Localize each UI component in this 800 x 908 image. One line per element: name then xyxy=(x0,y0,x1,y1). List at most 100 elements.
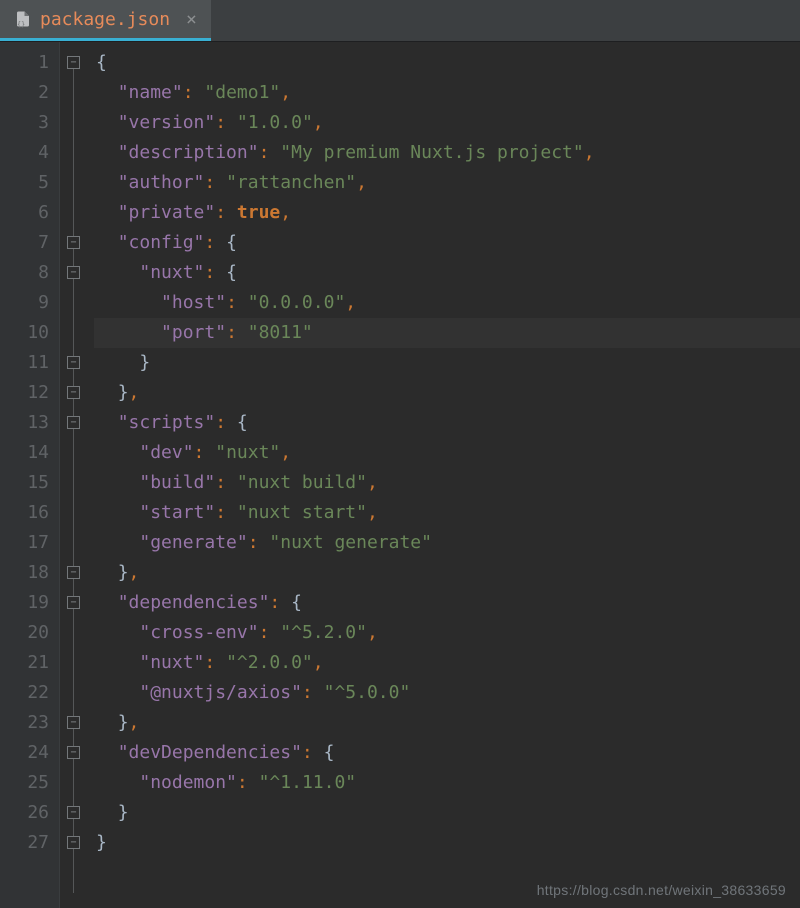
code-line[interactable]: "devDependencies": { xyxy=(94,738,800,768)
tab-package-json[interactable]: {} package.json × xyxy=(0,0,211,41)
code-line[interactable]: { xyxy=(94,48,800,78)
token: "^2.0.0" xyxy=(226,652,313,673)
line-number: 26 xyxy=(8,798,49,828)
line-number: 4 xyxy=(8,138,49,168)
token: "nuxt build" xyxy=(237,472,367,493)
code-line[interactable]: "dev": "nuxt", xyxy=(94,438,800,468)
token: "nuxt" xyxy=(139,652,204,673)
code-line[interactable]: "nodemon": "^1.11.0" xyxy=(94,768,800,798)
fold-toggle-icon[interactable]: − xyxy=(67,56,80,69)
token: : xyxy=(215,502,237,523)
token: : xyxy=(237,772,259,793)
tab-filename: package.json xyxy=(40,9,170,30)
code-line[interactable]: }, xyxy=(94,708,800,738)
token: "nuxt start" xyxy=(237,502,367,523)
code-line[interactable]: }, xyxy=(94,378,800,408)
code-line[interactable]: "name": "demo1", xyxy=(94,78,800,108)
token: "nuxt" xyxy=(215,442,280,463)
token: , xyxy=(367,472,378,493)
token: "name" xyxy=(118,82,183,103)
fold-column: − − − − − − − − − − − − xyxy=(60,42,88,908)
token: : xyxy=(226,292,248,313)
token: { xyxy=(237,412,248,433)
token: , xyxy=(367,622,378,643)
line-number: 25 xyxy=(8,768,49,798)
code-line[interactable]: }, xyxy=(94,558,800,588)
token: , xyxy=(280,442,291,463)
code-line[interactable]: "generate": "nuxt generate" xyxy=(94,528,800,558)
token: true xyxy=(237,202,280,223)
token: : xyxy=(183,82,205,103)
code-line[interactable]: "@nuxtjs/axios": "^5.0.0" xyxy=(94,678,800,708)
watermark-text: https://blog.csdn.net/weixin_38633659 xyxy=(537,882,786,898)
code-area[interactable]: { "name": "demo1", "version": "1.0.0", "… xyxy=(88,42,800,908)
line-number: 9 xyxy=(8,288,49,318)
fold-end-icon[interactable]: − xyxy=(67,236,80,249)
code-line[interactable]: "nuxt": { xyxy=(94,258,800,288)
line-number: 21 xyxy=(8,648,49,678)
line-number: 11 xyxy=(8,348,49,378)
token: : xyxy=(259,622,281,643)
line-number: 5 xyxy=(8,168,49,198)
token: "cross-env" xyxy=(139,622,258,643)
token: "host" xyxy=(161,292,226,313)
token: "scripts" xyxy=(118,412,216,433)
fold-end-icon[interactable]: − xyxy=(67,356,80,369)
fold-end-icon[interactable]: − xyxy=(67,596,80,609)
code-editor[interactable]: 1234567891011121314151617181920212223242… xyxy=(0,42,800,908)
token: "^5.0.0" xyxy=(324,682,411,703)
code-line[interactable]: "dependencies": { xyxy=(94,588,800,618)
line-number: 3 xyxy=(8,108,49,138)
code-line[interactable]: } xyxy=(94,348,800,378)
token: } xyxy=(96,832,107,853)
token: , xyxy=(313,112,324,133)
line-number: 19 xyxy=(8,588,49,618)
fold-end-icon[interactable]: − xyxy=(67,806,80,819)
code-line[interactable]: } xyxy=(94,798,800,828)
token: : xyxy=(204,172,226,193)
code-line[interactable]: "build": "nuxt build", xyxy=(94,468,800,498)
token: : xyxy=(194,442,216,463)
fold-end-icon[interactable]: − xyxy=(67,266,80,279)
code-line[interactable]: "nuxt": "^2.0.0", xyxy=(94,648,800,678)
line-number: 22 xyxy=(8,678,49,708)
line-number: 7 xyxy=(8,228,49,258)
token: "dependencies" xyxy=(118,592,270,613)
token: : xyxy=(248,532,270,553)
token: , xyxy=(584,142,595,163)
token: , xyxy=(129,712,140,733)
token: } xyxy=(118,712,129,733)
code-line[interactable]: "cross-env": "^5.2.0", xyxy=(94,618,800,648)
token: "author" xyxy=(118,172,205,193)
token: : xyxy=(259,142,281,163)
fold-end-icon[interactable]: − xyxy=(67,416,80,429)
fold-end-icon[interactable]: − xyxy=(67,386,80,399)
fold-end-icon[interactable]: − xyxy=(67,566,80,579)
line-number-gutter: 1234567891011121314151617181920212223242… xyxy=(0,42,60,908)
token: "private" xyxy=(118,202,216,223)
token: , xyxy=(345,292,356,313)
fold-toggle-icon[interactable]: − xyxy=(67,836,80,849)
code-line[interactable]: "private": true, xyxy=(94,198,800,228)
json-file-icon: {} xyxy=(14,10,32,28)
token: "rattanchen" xyxy=(226,172,356,193)
token: , xyxy=(129,382,140,403)
token: "nuxt" xyxy=(139,262,204,283)
token: { xyxy=(96,52,107,73)
code-line[interactable]: "port": "8011" xyxy=(94,318,800,348)
code-line[interactable]: } xyxy=(94,828,800,858)
code-line[interactable]: "config": { xyxy=(94,228,800,258)
code-line[interactable]: "description": "My premium Nuxt.js proje… xyxy=(94,138,800,168)
code-line[interactable]: "start": "nuxt start", xyxy=(94,498,800,528)
token: } xyxy=(139,352,150,373)
code-line[interactable]: "version": "1.0.0", xyxy=(94,108,800,138)
line-number: 2 xyxy=(8,78,49,108)
code-line[interactable]: "host": "0.0.0.0", xyxy=(94,288,800,318)
code-line[interactable]: "scripts": { xyxy=(94,408,800,438)
token: : xyxy=(215,472,237,493)
token: : xyxy=(269,592,291,613)
close-icon[interactable]: × xyxy=(186,9,197,30)
code-line[interactable]: "author": "rattanchen", xyxy=(94,168,800,198)
fold-end-icon[interactable]: − xyxy=(67,716,80,729)
fold-end-icon[interactable]: − xyxy=(67,746,80,759)
